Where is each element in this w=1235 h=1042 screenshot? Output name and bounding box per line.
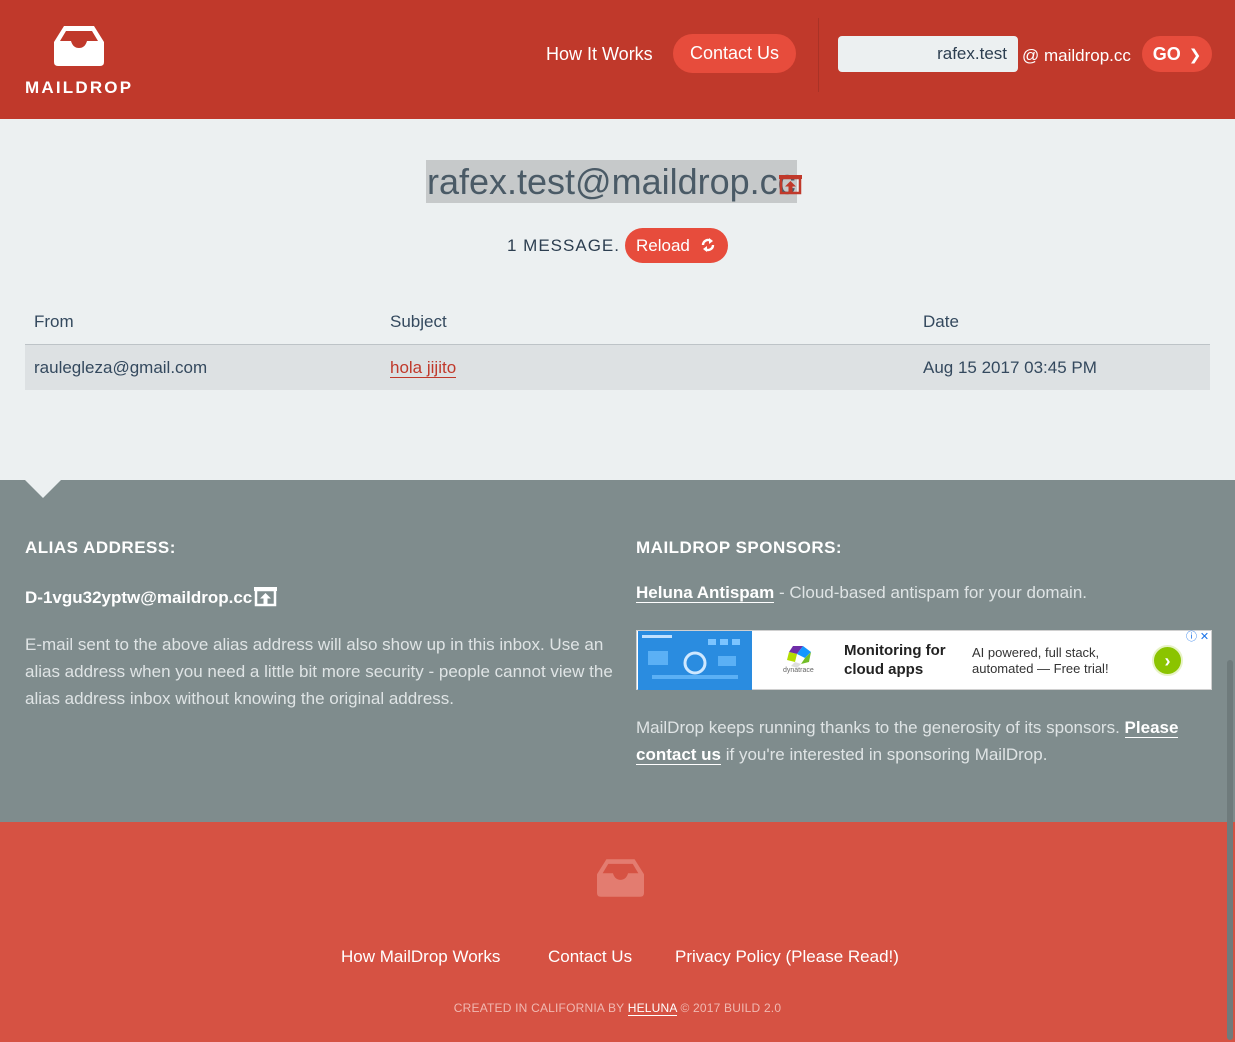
- dynatrace-logo-icon: [787, 646, 811, 668]
- message-from: raulegleza@gmail.com: [34, 358, 208, 377]
- message-subject-link[interactable]: hola jijito: [390, 358, 457, 378]
- credit-suffix: © 2017 BUILD 2.0: [676, 1001, 782, 1015]
- inbox-address: rafex.test@maildrop.cc: [426, 160, 797, 203]
- alias-address: D-1vgu32yptw@maildrop.cc: [25, 588, 253, 607]
- sponsors-heading: MAILDROP SPONSORS:: [636, 538, 843, 557]
- footer-link-how[interactable]: How MailDrop Works: [341, 947, 500, 967]
- refresh-icon: [701, 238, 715, 252]
- ad-info-icon[interactable]: ⓘ: [1185, 631, 1198, 644]
- go-label: GO: [1152, 44, 1181, 64]
- nav-how-it-works[interactable]: How It Works: [546, 44, 653, 65]
- credit-prefix: CREATED IN CALIFORNIA BY: [453, 1001, 628, 1015]
- alias-heading: ALIAS ADDRESS:: [25, 538, 176, 557]
- chevron-right-icon: ❯: [1188, 47, 1202, 64]
- reload-label: Reload: [636, 236, 690, 255]
- message-date: Aug 15 2017 03:45 PM: [923, 358, 1097, 377]
- sponsor-desc-end: if you're interested in sponsoring MailD…: [721, 745, 1048, 764]
- nav-contact-button[interactable]: Contact Us: [673, 34, 796, 73]
- sponsor-desc-start: MailDrop keeps running thanks to the gen…: [636, 718, 1125, 737]
- ad-brand: dynatrace: [783, 667, 814, 674]
- ad-badges: ⓘ ✕: [1185, 631, 1211, 644]
- mailbox-input[interactable]: rafex.test: [838, 36, 1018, 72]
- footer-credit: CREATED IN CALIFORNIA BY HELUNA © 2017 B…: [0, 1001, 1235, 1016]
- go-button[interactable]: GO ❯: [1142, 36, 1212, 72]
- logo-text: MAILDROP: [25, 78, 134, 97]
- share-inbox-icon[interactable]: [779, 173, 802, 195]
- alias-description: E-mail sent to the above alias address w…: [25, 635, 613, 708]
- page-scrollbar[interactable]: [1227, 660, 1233, 1040]
- sponsor-ad-banner[interactable]: dynatrace Monitoring for cloud apps AI p…: [636, 630, 1212, 690]
- ad-thumbnail: [638, 631, 752, 690]
- message-count: 1 MESSAGE.: [507, 236, 620, 255]
- footer-link-contact[interactable]: Contact Us: [548, 947, 632, 967]
- ad-subtitle: AI powered, full stack, automated — Free…: [972, 645, 1109, 676]
- sponsor-tagline: - Cloud-based antispam for your domain.: [774, 583, 1087, 602]
- inbox-tray-icon: [597, 859, 644, 897]
- reload-button[interactable]: Reload: [625, 228, 728, 263]
- share-alias-icon[interactable]: [254, 585, 277, 607]
- domain-suffix: @ maildrop.cc: [1022, 46, 1131, 65]
- column-date: Date: [923, 312, 959, 331]
- sponsor-link[interactable]: Heluna Antispam: [636, 583, 775, 603]
- column-from: From: [34, 312, 74, 331]
- heluna-link[interactable]: HELUNA: [627, 1001, 677, 1016]
- sponsor-line: Heluna Antispam - Cloud-based antispam f…: [636, 583, 1087, 603]
- ad-title: Monitoring for cloud apps: [844, 642, 946, 678]
- maildrop-logo[interactable]: MAILDROP: [25, 26, 137, 97]
- sponsor-description: MailDrop keeps running thanks to the gen…: [636, 714, 1211, 768]
- site-header: MAILDROP How It Works Contact Us rafex.t…: [0, 0, 1235, 119]
- inbox-tray-icon: [54, 26, 104, 66]
- dashboard-thumbnail-icon: [638, 631, 752, 690]
- footer-link-privacy[interactable]: Privacy Policy (Please Read!): [675, 947, 899, 967]
- ad-arrow-icon[interactable]: ›: [1152, 645, 1183, 676]
- ad-close-icon[interactable]: ✕: [1198, 631, 1211, 644]
- header-divider: [818, 18, 819, 92]
- info-section: ALIAS ADDRESS: D-1vgu32yptw@maildrop.cc …: [0, 480, 1235, 822]
- column-subject: Subject: [390, 312, 447, 331]
- table-row[interactable]: raulegleza@gmail.com hola jijito Aug 15 …: [25, 345, 1210, 390]
- site-footer: How MailDrop Works Contact Us Privacy Po…: [0, 822, 1235, 1042]
- section-notch: [25, 480, 61, 498]
